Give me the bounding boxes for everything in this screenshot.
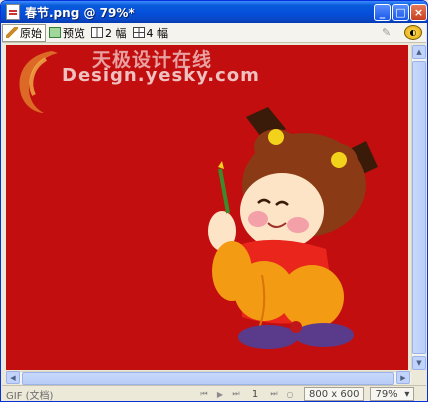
four-up-icon [132, 27, 145, 38]
tab-original-label: 原始 [20, 26, 42, 40]
minimize-button[interactable]: _ [374, 4, 391, 21]
image-canvas[interactable]: 天极设计在线 Design.yesky.com [6, 45, 408, 370]
close-button[interactable]: × [410, 4, 427, 21]
tab-4up-label: 4 幅 [146, 26, 169, 40]
image-dimensions: 800 x 600 [304, 387, 365, 401]
play-icon[interactable]: ▶ [214, 388, 226, 400]
chevron-down-icon: ▾ [404, 388, 410, 400]
horizontal-scroll-thumb[interactable] [22, 372, 394, 385]
status-bar: GIF (文档) ⏮ ▶ ⏭ 1 ⏭ ○ 800 x 600 79% ▾ [2, 385, 426, 402]
vertical-scrollbar[interactable]: ▲ ▼ [411, 45, 426, 370]
document-icon [6, 4, 20, 20]
preview-icon [49, 27, 61, 38]
loop-icon[interactable]: ○ [284, 388, 296, 400]
vertical-scroll-thumb[interactable] [412, 61, 426, 354]
scroll-left-arrow-icon[interactable]: ◀ [6, 371, 20, 384]
horizontal-scrollbar[interactable]: ◀ ▶ [6, 371, 411, 385]
tab-4up[interactable]: 4 幅 [130, 24, 172, 42]
view-toolbar: 原始 预览 2 幅 4 幅 ✎ ◐ [2, 23, 426, 43]
file-format-text: GIF (文档) [6, 390, 54, 402]
scroll-up-arrow-icon[interactable]: ▲ [412, 45, 426, 59]
child-illustration [208, 107, 378, 349]
scroll-down-arrow-icon[interactable]: ▼ [412, 356, 426, 370]
tab-preview-label: 预览 [63, 26, 85, 40]
first-frame-icon[interactable]: ⏮ [198, 388, 210, 400]
quality-icon[interactable]: ✎ [382, 26, 396, 39]
window-title: 春节.png @ 79%* [25, 5, 135, 20]
tab-2up-label: 2 幅 [105, 26, 127, 40]
title-bar[interactable]: 春节.png @ 79%* _ □ × [1, 1, 427, 23]
two-up-icon [91, 27, 103, 38]
frame-number: 1 [251, 388, 259, 400]
pencil-icon [6, 27, 18, 38]
tab-preview[interactable]: 预览 [46, 24, 88, 42]
export-options-icon[interactable]: ◐ [404, 25, 422, 40]
tab-original[interactable]: 原始 [2, 23, 46, 42]
document-window: 春节.png @ 79%* _ □ × 原始 预览 2 幅 4 幅 ✎ ◐ 天极… [0, 0, 428, 402]
maximize-button[interactable]: □ [392, 4, 409, 21]
next-frame-icon[interactable]: ⏭ [230, 388, 242, 400]
tab-2up[interactable]: 2 幅 [88, 24, 130, 42]
zoom-value: 79% [375, 388, 398, 400]
last-frame-icon[interactable]: ⏭ [268, 388, 280, 400]
scroll-right-arrow-icon[interactable]: ▶ [396, 371, 410, 384]
zoom-select[interactable]: 79% ▾ [370, 387, 415, 401]
